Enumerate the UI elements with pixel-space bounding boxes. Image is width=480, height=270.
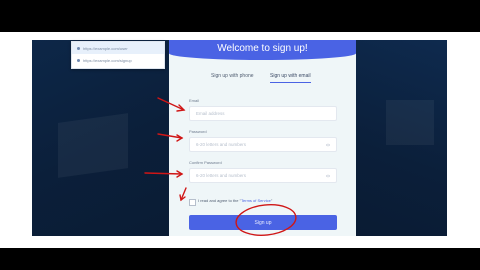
email-label: Email [189, 98, 200, 103]
terms-checkbox[interactable] [189, 199, 196, 206]
autofill-item[interactable]: https://example.com/user [72, 42, 164, 54]
autofill-item[interactable]: https://example.com/signup [72, 54, 164, 66]
terms-text: I read and agree to the "Terms of Servic… [198, 198, 273, 203]
password-label: Password [189, 129, 207, 134]
terms-link[interactable]: Terms of Service [241, 198, 271, 203]
tab-phone[interactable]: Sign up with phone [211, 73, 254, 79]
confirm-password-placeholder: 6-20 letters and numbers [196, 173, 247, 178]
link-icon [77, 46, 80, 50]
signup-panel: Welcome to sign up! Sign up with phone S… [169, 40, 356, 236]
email-field[interactable]: Email address [189, 106, 337, 121]
password-field[interactable]: 6-20 letters and numbers [189, 137, 337, 152]
email-placeholder: Email address [196, 111, 225, 116]
panel-title: Welcome to sign up! [217, 43, 308, 54]
autofill-popup: https://example.com/user https://example… [71, 41, 165, 69]
eye-icon[interactable] [326, 174, 330, 178]
password-placeholder: 6-20 letters and numbers [196, 142, 247, 147]
link-icon [77, 58, 80, 62]
autofill-item-label: https://example.com/user [83, 45, 128, 51]
background-left [32, 40, 169, 236]
confirm-password-field[interactable]: 6-20 letters and numbers [189, 168, 337, 183]
confirm-password-label: Confirm Password [189, 160, 222, 165]
eye-icon[interactable] [326, 143, 330, 147]
autofill-item-label: https://example.com/signup [83, 57, 132, 63]
terms-label: I read and agree to the [198, 198, 239, 203]
tab-email[interactable]: Sign up with email [270, 73, 311, 83]
background-right [356, 40, 447, 236]
sign-up-button[interactable]: Sign up [189, 215, 337, 230]
screenshot-area: https://example.com/user https://example… [0, 32, 480, 248]
